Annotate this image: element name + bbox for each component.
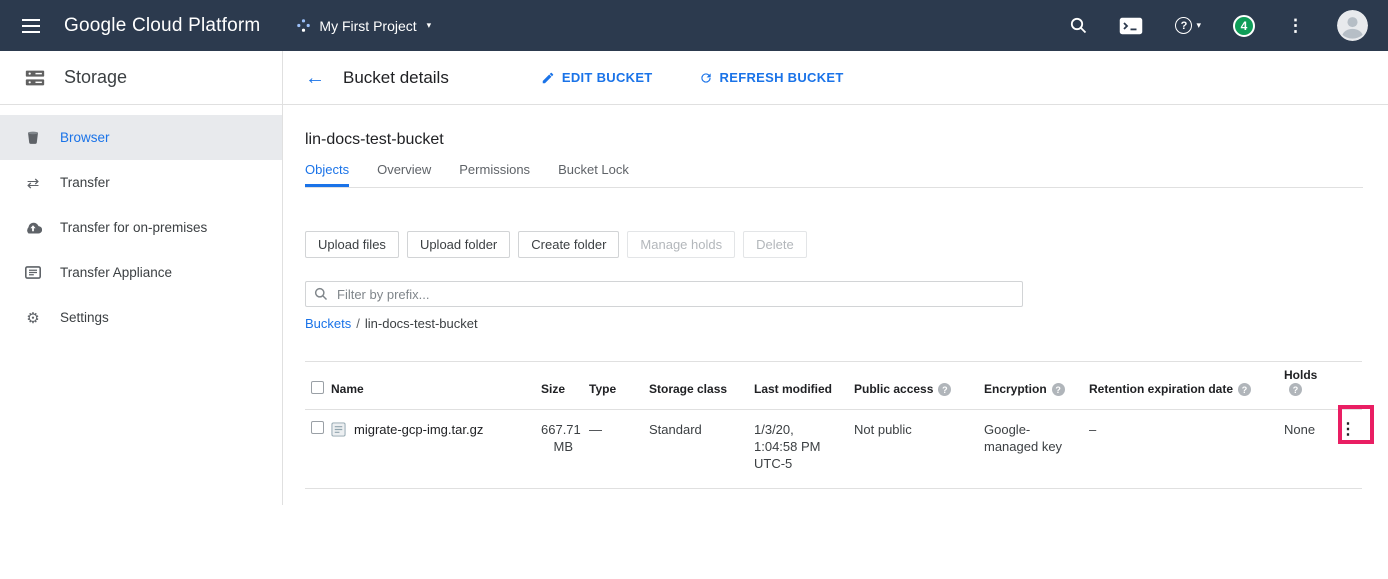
- refresh-icon: [699, 71, 713, 85]
- column-header-public-access: Public access?: [854, 362, 984, 410]
- objects-table: Name Size Type Storage class Last modifi…: [305, 361, 1362, 489]
- cloud-shell-icon[interactable]: [1119, 17, 1143, 35]
- cell-encryption: Google-managed key: [984, 410, 1089, 489]
- manage-holds-button: Manage holds: [627, 231, 735, 258]
- sidebar-item-settings[interactable]: ⚙ Settings: [0, 295, 282, 340]
- help-icon[interactable]: ?: [1289, 383, 1302, 396]
- page-header: ← Bucket details EDIT BUCKET REFRESH BUC…: [283, 51, 1388, 105]
- tab-bucket-lock[interactable]: Bucket Lock: [558, 162, 629, 187]
- refresh-bucket-label: REFRESH BUCKET: [720, 70, 844, 85]
- table-row: migrate-gcp-img.tar.gz 667.71 MB — Stand…: [305, 410, 1362, 489]
- cell-object-name[interactable]: migrate-gcp-img.tar.gz: [354, 421, 483, 438]
- more-options-icon[interactable]: ⋮: [1287, 16, 1305, 36]
- notifications-badge[interactable]: 4: [1233, 15, 1255, 37]
- back-arrow-icon[interactable]: ←: [305, 68, 325, 88]
- sidebar-header: Storage: [0, 51, 282, 105]
- column-header-encryption: Encryption?: [984, 362, 1089, 410]
- appliance-icon: [24, 266, 42, 279]
- transfer-arrows-icon: ⇄: [24, 174, 42, 192]
- row-checkbox[interactable]: [311, 421, 324, 434]
- sidebar-item-label: Transfer for on-premises: [60, 220, 207, 235]
- cell-size: 667.71 MB: [541, 410, 589, 489]
- cell-holds: None: [1284, 410, 1332, 489]
- gear-icon: ⚙: [24, 309, 42, 327]
- column-header-type: Type: [589, 362, 649, 410]
- column-header-size: Size: [541, 362, 589, 410]
- sidebar: Storage Browser ⇄ Transfer Transfer for …: [0, 51, 283, 505]
- sidebar-nav: Browser ⇄ Transfer Transfer for on-premi…: [0, 105, 282, 340]
- help-icon[interactable]: ?: [938, 383, 951, 396]
- table-header-row: Name Size Type Storage class Last modifi…: [305, 362, 1362, 410]
- sidebar-item-label: Transfer Appliance: [60, 265, 172, 280]
- sidebar-item-label: Settings: [60, 310, 109, 325]
- sidebar-item-transfer-appliance[interactable]: Transfer Appliance: [0, 250, 282, 295]
- project-name: My First Project: [319, 18, 416, 34]
- help-icon: ?: [1175, 17, 1192, 34]
- sidebar-item-transfer[interactable]: ⇄ Transfer: [0, 160, 282, 205]
- column-header-storage-class: Storage class: [649, 362, 754, 410]
- search-icon[interactable]: [1070, 17, 1087, 34]
- cell-public-access: Not public: [854, 410, 984, 489]
- row-actions-menu-icon[interactable]: ⋮: [1332, 421, 1364, 439]
- user-avatar[interactable]: [1337, 10, 1368, 41]
- hamburger-menu-icon[interactable]: [22, 19, 42, 33]
- breadcrumb-separator: /: [351, 316, 365, 331]
- storage-product-icon: [24, 67, 46, 89]
- file-icon: [331, 421, 346, 437]
- pencil-icon: [541, 71, 555, 85]
- column-header-retention: Retention expiration date?: [1089, 362, 1284, 410]
- refresh-bucket-button[interactable]: REFRESH BUCKET: [699, 70, 844, 85]
- tab-overview[interactable]: Overview: [377, 162, 431, 187]
- column-header-name: Name: [331, 362, 541, 410]
- breadcrumb-buckets-link[interactable]: Buckets: [305, 316, 351, 331]
- page-title: Bucket details: [343, 68, 449, 88]
- project-icon: [296, 18, 311, 33]
- help-icon[interactable]: ?: [1238, 383, 1251, 396]
- product-title: Storage: [64, 67, 127, 88]
- tab-permissions[interactable]: Permissions: [459, 162, 530, 187]
- filter-input[interactable]: [335, 286, 1014, 303]
- filter-by-prefix-box: [305, 281, 1023, 307]
- gcp-brand-logo[interactable]: Google Cloud Platform: [64, 15, 260, 37]
- breadcrumb-current: lin-docs-test-bucket: [365, 316, 478, 331]
- upload-folder-button[interactable]: Upload folder: [407, 231, 510, 258]
- chevron-down-icon: ▾: [1196, 20, 1201, 31]
- topbar: Google Cloud Platform My First Project ▾…: [0, 0, 1388, 51]
- search-icon: [314, 287, 328, 301]
- breadcrumb: Buckets/lin-docs-test-bucket: [305, 316, 1363, 331]
- help-icon[interactable]: ?: [1052, 383, 1065, 396]
- select-all-checkbox[interactable]: [311, 381, 324, 394]
- cell-last-modified: 1/3/20, 1:04:58 PM UTC-5: [754, 410, 854, 489]
- bucket-icon: [24, 130, 42, 146]
- chevron-down-icon: ▾: [427, 20, 432, 31]
- bucket-tabs: Objects Overview Permissions Bucket Lock: [305, 162, 1363, 188]
- bucket-name-heading: lin-docs-test-bucket: [305, 131, 1363, 149]
- tab-objects[interactable]: Objects: [305, 162, 349, 187]
- edit-bucket-button[interactable]: EDIT BUCKET: [541, 70, 653, 85]
- edit-bucket-label: EDIT BUCKET: [562, 70, 653, 85]
- create-folder-button[interactable]: Create folder: [518, 231, 619, 258]
- cell-storage-class: Standard: [649, 410, 754, 489]
- sidebar-item-transfer-on-premises[interactable]: Transfer for on-premises: [0, 205, 282, 250]
- sidebar-item-label: Transfer: [60, 175, 110, 190]
- column-header-last-modified: Last modified: [754, 362, 854, 410]
- column-header-holds: Holds?: [1284, 362, 1332, 410]
- upload-files-button[interactable]: Upload files: [305, 231, 399, 258]
- cell-type: —: [589, 410, 649, 489]
- project-selector[interactable]: My First Project ▾: [296, 18, 431, 34]
- cell-retention: –: [1089, 410, 1284, 489]
- main-content: ← Bucket details EDIT BUCKET REFRESH BUC…: [283, 51, 1388, 505]
- delete-button: Delete: [743, 231, 807, 258]
- sidebar-item-browser[interactable]: Browser: [0, 115, 282, 160]
- cloud-upload-icon: [24, 221, 42, 234]
- sidebar-item-label: Browser: [60, 130, 110, 145]
- help-menu-button[interactable]: ? ▾: [1175, 17, 1201, 34]
- objects-toolbar: Upload files Upload folder Create folder…: [305, 231, 1363, 258]
